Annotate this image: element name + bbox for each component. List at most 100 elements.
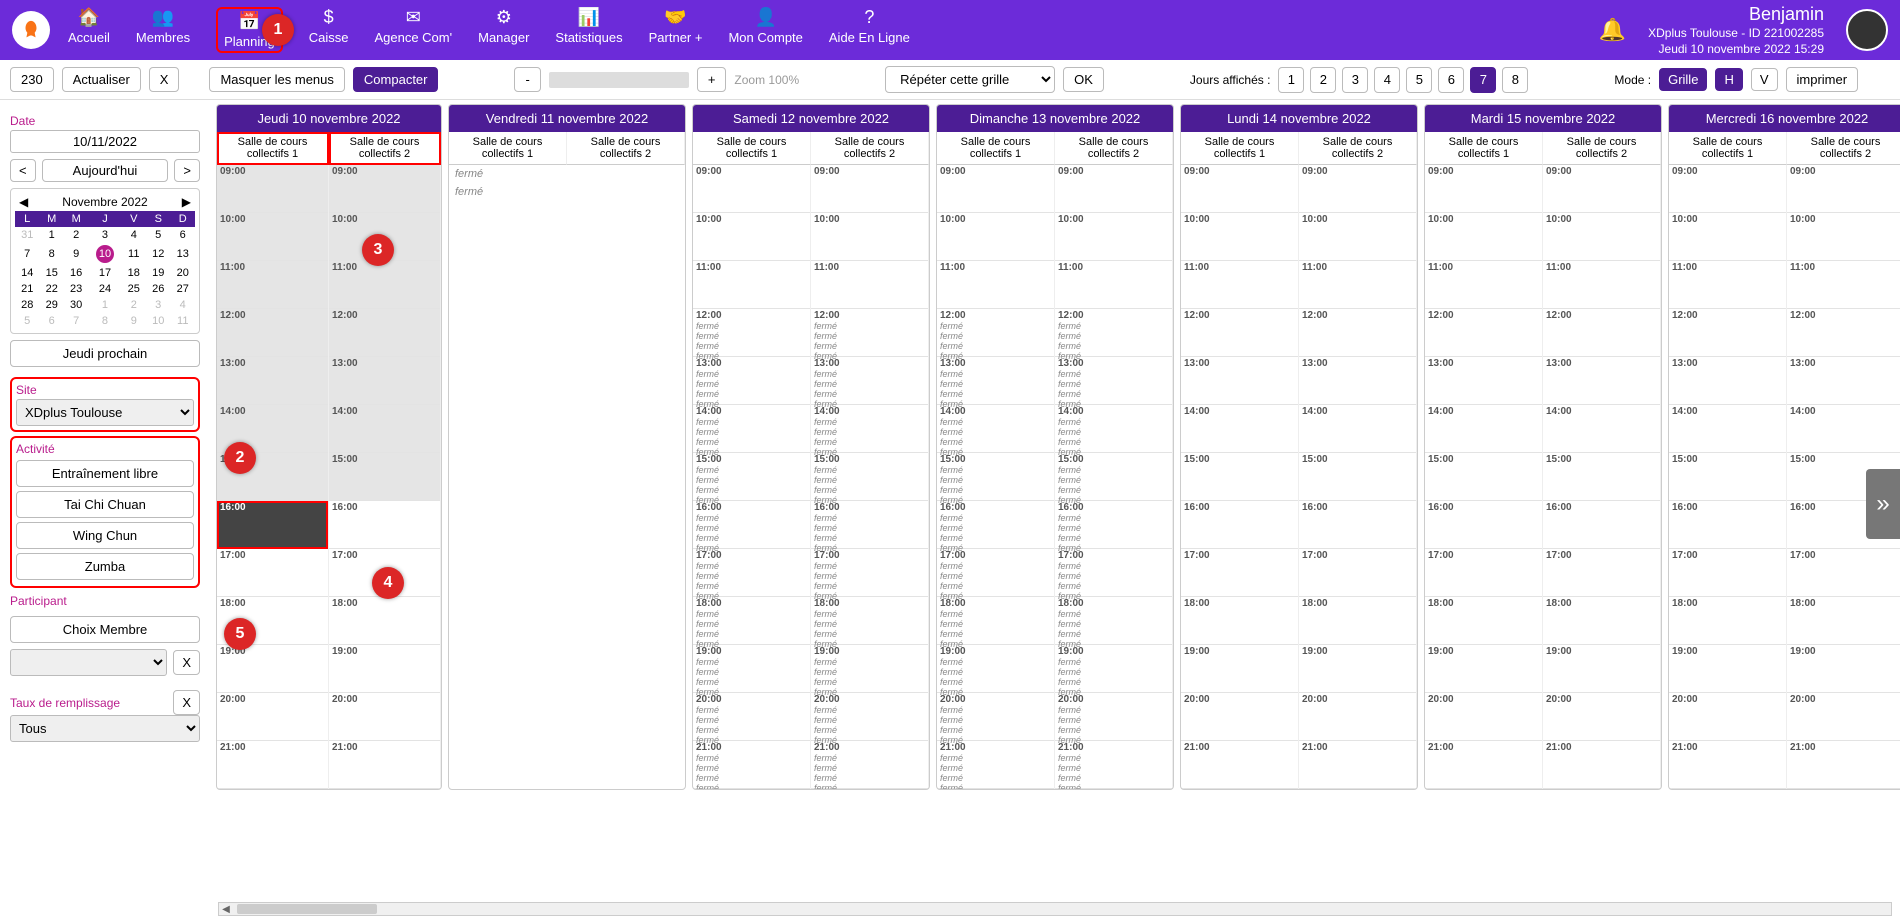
mc-day[interactable]: 28 [15, 297, 39, 313]
nav-membres[interactable]: 👥Membres [136, 7, 190, 53]
time-slot[interactable]: 10:00 [937, 213, 1054, 261]
mc-day[interactable]: 4 [170, 297, 195, 313]
time-slot[interactable]: 21:00 [329, 741, 440, 789]
time-slot[interactable]: 19:00 [1543, 645, 1660, 693]
mc-day[interactable]: 20 [170, 265, 195, 281]
count-button[interactable]: 230 [10, 67, 54, 92]
mc-next[interactable]: ▶ [182, 195, 191, 209]
time-slot[interactable]: 11:00 [811, 261, 928, 309]
time-slot[interactable]: 09:00 [811, 165, 928, 213]
time-slot[interactable]: 18:00 [329, 597, 440, 645]
time-slot[interactable]: 18:00 [1669, 597, 1786, 645]
time-slot[interactable]: 11:00 [1299, 261, 1416, 309]
time-slot[interactable]: 18:00 [1299, 597, 1416, 645]
time-slot[interactable]: 14:00 [1543, 405, 1660, 453]
time-slot[interactable]: 12:00 ferméferméferméfermé [811, 309, 928, 357]
mc-day[interactable]: 30 [64, 297, 88, 313]
mc-day[interactable]: 12 [146, 243, 170, 265]
clear-x-button[interactable]: X [149, 67, 180, 92]
time-slot[interactable]: 10:00 [1669, 213, 1786, 261]
mc-day[interactable]: 1 [39, 227, 63, 243]
days-6[interactable]: 6 [1438, 67, 1464, 93]
time-slot[interactable]: 16:00 ferméferméferméfermé [811, 501, 928, 549]
time-slot[interactable]: 12:00 [329, 309, 440, 357]
mc-prev[interactable]: ◀ [19, 195, 28, 209]
nav-manager[interactable]: ⚙Manager [478, 7, 529, 53]
time-slot[interactable]: 12:00 [1787, 309, 1900, 357]
time-slot[interactable]: 15:00 [1669, 453, 1786, 501]
mc-day[interactable]: 16 [64, 265, 88, 281]
mc-day[interactable]: 2 [64, 227, 88, 243]
nav-accueil[interactable]: 🏠Accueil [68, 7, 110, 53]
time-slot[interactable]: 15:00 ferméferméferméfermé [1055, 453, 1172, 501]
date-input[interactable] [10, 130, 200, 153]
days-8[interactable]: 8 [1502, 67, 1528, 93]
repeat-select[interactable]: Répéter cette grille [885, 66, 1055, 93]
time-slot[interactable]: 11:00 [1181, 261, 1298, 309]
time-slot[interactable]: 09:00 [1787, 165, 1900, 213]
time-slot[interactable]: 12:00 ferméferméferméfermé [1055, 309, 1172, 357]
time-slot[interactable]: 19:00 ferméferméferméfermé [811, 645, 928, 693]
mc-day[interactable]: 29 [39, 297, 63, 313]
time-slot[interactable]: 09:00 [1055, 165, 1172, 213]
horizontal-scrollbar[interactable]: ◀ [218, 902, 1892, 916]
time-slot[interactable]: 11:00 [1669, 261, 1786, 309]
logo[interactable] [12, 11, 50, 49]
days-3[interactable]: 3 [1342, 67, 1368, 93]
mc-day[interactable]: 9 [64, 243, 88, 265]
time-slot[interactable]: 19:00 [1669, 645, 1786, 693]
time-slot[interactable]: 09:00 [1425, 165, 1542, 213]
refresh-button[interactable]: Actualiser [62, 67, 141, 92]
time-slot[interactable]: 10:00 [1543, 213, 1660, 261]
time-slot[interactable]: 10:00 [1181, 213, 1298, 261]
participant-clear[interactable]: X [173, 650, 200, 675]
mc-day[interactable]: 3 [146, 297, 170, 313]
compact-button[interactable]: Compacter [353, 67, 439, 92]
time-slot[interactable]: 21:00 [217, 741, 328, 789]
site-select[interactable]: XDplus Toulouse [16, 399, 194, 426]
time-slot[interactable]: 14:00 ferméferméferméfermé [693, 405, 810, 453]
mc-day[interactable]: 5 [146, 227, 170, 243]
time-slot[interactable]: 21:00 [1299, 741, 1416, 789]
time-slot[interactable]: 20:00 [1543, 693, 1660, 741]
time-slot[interactable]: 13:00 [217, 357, 328, 405]
time-slot[interactable]: 09:00 [693, 165, 810, 213]
time-slot[interactable]: 19:00 [1181, 645, 1298, 693]
time-slot[interactable]: 13:00 ferméferméferméfermé [1055, 357, 1172, 405]
time-slot[interactable]: 17:00 [1425, 549, 1542, 597]
time-slot[interactable]: 17:00 ferméferméferméfermé [1055, 549, 1172, 597]
mode-grille[interactable]: Grille [1659, 68, 1707, 91]
time-slot[interactable]: 20:00 [1669, 693, 1786, 741]
time-slot[interactable]: 10:00 [217, 213, 328, 261]
mc-day[interactable]: 17 [88, 265, 121, 281]
time-slot[interactable]: 11:00 [1787, 261, 1900, 309]
time-slot[interactable]: 20:00 [329, 693, 440, 741]
mc-day[interactable]: 9 [122, 313, 146, 329]
mc-day[interactable]: 5 [15, 313, 39, 329]
participant-select[interactable] [10, 649, 167, 676]
mc-day[interactable]: 3 [88, 227, 121, 243]
mc-day[interactable]: 6 [39, 313, 63, 329]
time-slot[interactable]: 19:00 [1299, 645, 1416, 693]
time-slot[interactable]: 19:00 [1425, 645, 1542, 693]
next-day-button[interactable]: > [174, 159, 200, 182]
nav-partner[interactable]: 🤝Partner + [649, 7, 703, 53]
time-slot[interactable]: 14:00 ferméferméferméfermé [1055, 405, 1172, 453]
zoom-in-button[interactable]: + [697, 67, 727, 92]
time-slot[interactable]: 17:00 [1787, 549, 1900, 597]
time-slot[interactable]: 18:00 ferméferméferméfermé [693, 597, 810, 645]
mc-day[interactable]: 26 [146, 281, 170, 297]
time-slot[interactable]: 12:00 [217, 309, 328, 357]
mc-day[interactable]: 10 [88, 243, 121, 265]
time-slot[interactable]: 10:00 [811, 213, 928, 261]
activity-item[interactable]: Entraînement libre [16, 460, 194, 487]
prev-day-button[interactable]: < [10, 159, 36, 182]
time-slot[interactable]: 11:00 [1055, 261, 1172, 309]
days-1[interactable]: 1 [1278, 67, 1304, 93]
mc-day[interactable]: 19 [146, 265, 170, 281]
time-slot[interactable]: 18:00 ferméferméferméfermé [811, 597, 928, 645]
time-slot[interactable]: 17:00 [1299, 549, 1416, 597]
time-slot[interactable]: 21:00 ferméferméferméfermé [937, 741, 1054, 789]
time-slot[interactable]: 17:00 [1543, 549, 1660, 597]
time-slot[interactable]: 11:00 [1543, 261, 1660, 309]
